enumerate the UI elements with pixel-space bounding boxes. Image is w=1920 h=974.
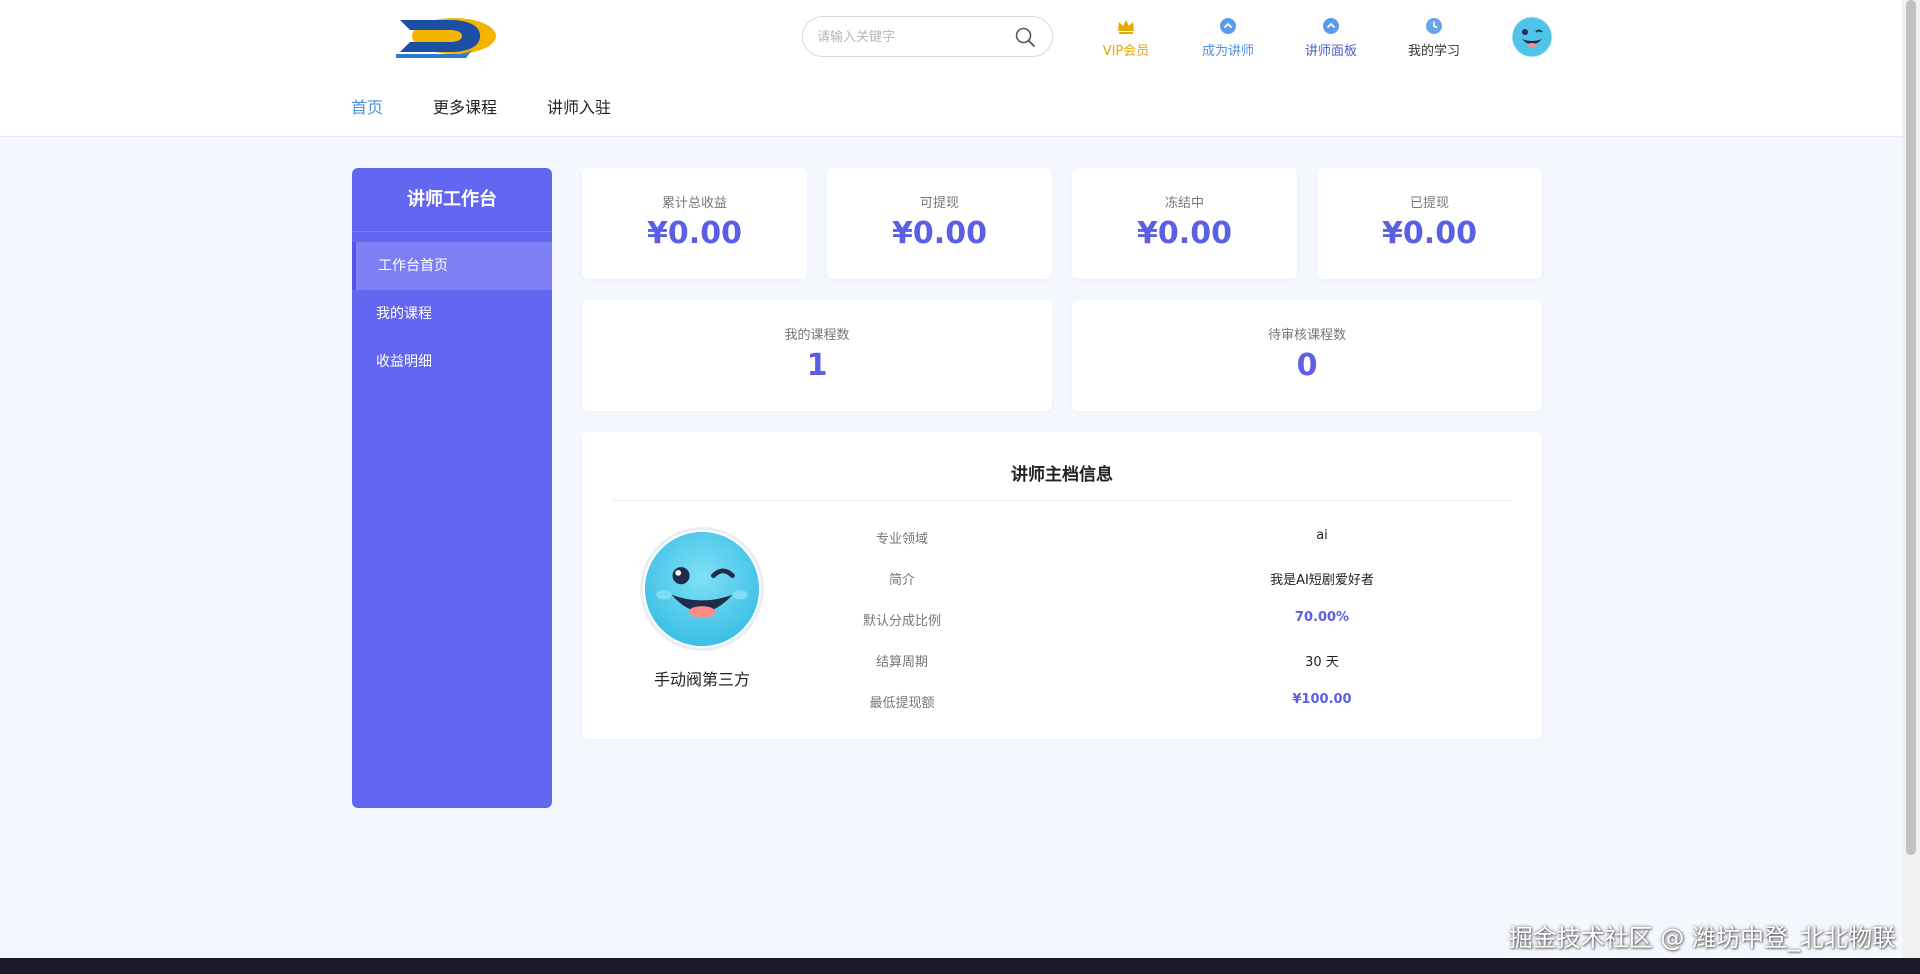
stat-value: ¥0.00 <box>1382 216 1477 251</box>
stat-card-frozen: 冻结中 ¥0.00 <box>1072 168 1297 279</box>
info-key: 专业领域 <box>875 532 928 547</box>
teacher-sidebar: 讲师工作台 工作台首页 我的课程 收益明细 <box>352 168 552 808</box>
nav-my-learning[interactable]: 我的学习 <box>1389 16 1479 59</box>
stat-label: 我的课程数 <box>784 328 850 343</box>
info-row-intro: 简介 我是AI短剧爱好者 <box>832 569 1482 589</box>
watermark-text: 掘金技术社区 @ 潍坊中登_北北物联 <box>1508 924 1896 952</box>
top-header: VIP会员 成为讲师 讲师面板 我的学习 首页 更多课程 讲师入驻 <box>0 0 1902 137</box>
nav-my-learning-label: 我的学习 <box>1407 44 1460 59</box>
nav-teacher-panel[interactable]: 讲师面板 <box>1286 16 1376 59</box>
info-value: ¥100.00 <box>1292 692 1352 707</box>
info-value: 30 天 <box>1305 655 1339 670</box>
sidebar-item-dashboard[interactable]: 工作台首页 <box>352 242 552 290</box>
info-value: 70.00% <box>1294 610 1350 625</box>
up-arrow-circle-icon <box>1220 18 1236 34</box>
teacher-profile-card: 讲师主档信息 手动阀第三方 专业领域 ai 简介 我是AI短剧爱好者 默认分成比… <box>582 432 1542 739</box>
nav-become-teacher[interactable]: 成为讲师 <box>1183 16 1273 59</box>
info-key: 简介 <box>888 573 915 588</box>
menu-more-courses[interactable]: 更多课程 <box>433 94 497 118</box>
stat-value: 1 <box>806 348 828 383</box>
nav-become-teacher-label: 成为讲师 <box>1201 44 1254 59</box>
sidebar-item-earnings[interactable]: 收益明细 <box>352 338 552 386</box>
stat-value: ¥0.00 <box>892 216 987 251</box>
sidebar-item-my-courses[interactable]: 我的课程 <box>352 290 552 338</box>
sidebar-title: 讲师工作台 <box>352 168 552 232</box>
info-key: 默认分成比例 <box>862 614 941 629</box>
search-input[interactable] <box>817 27 1007 47</box>
stat-label: 待审核课程数 <box>1267 328 1346 343</box>
page-scrollbar[interactable] <box>1902 0 1920 958</box>
stat-label: 已提现 <box>1409 196 1449 211</box>
stat-card-pending-courses: 待审核课程数 0 <box>1072 300 1542 411</box>
stat-label: 可提现 <box>919 196 959 211</box>
stat-card-my-courses: 我的课程数 1 <box>582 300 1052 411</box>
clock-icon <box>1426 18 1442 34</box>
divider <box>612 500 1512 501</box>
info-value: 我是AI短剧爱好者 <box>1270 573 1374 588</box>
info-key: 结算周期 <box>875 655 928 670</box>
menu-teacher-join[interactable]: 讲师入驻 <box>547 94 611 118</box>
stat-card-total-earnings: 累计总收益 ¥0.00 <box>582 168 807 279</box>
search-box <box>802 16 1053 57</box>
info-row-settlement-cycle: 结算周期 30 天 <box>832 651 1482 671</box>
search-icon[interactable] <box>1014 26 1036 48</box>
profile-avatar <box>640 527 764 651</box>
site-logo[interactable] <box>396 14 498 60</box>
scrollbar-thumb[interactable] <box>1906 0 1916 855</box>
menu-home[interactable]: 首页 <box>351 94 383 118</box>
stat-card-withdrawable: 可提现 ¥0.00 <box>827 168 1052 279</box>
stat-value: ¥0.00 <box>647 216 742 251</box>
stat-value: 0 <box>1296 348 1318 383</box>
profile-title: 讲师主档信息 <box>1011 465 1113 485</box>
nav-teacher-panel-label: 讲师面板 <box>1304 44 1357 59</box>
info-key: 最低提现额 <box>869 696 935 711</box>
nav-vip[interactable]: VIP会员 <box>1081 16 1171 59</box>
up-arrow-circle-icon <box>1323 18 1339 34</box>
crown-icon <box>1118 20 1134 34</box>
user-avatar[interactable] <box>1511 16 1553 58</box>
nav-vip-label: VIP会员 <box>1102 44 1150 59</box>
info-row-share-ratio: 默认分成比例 70.00% <box>832 610 1482 630</box>
stat-label: 累计总收益 <box>661 196 727 211</box>
bottom-bar <box>0 958 1920 974</box>
info-row-field: 专业领域 ai <box>832 528 1482 548</box>
stat-card-withdrawn: 已提现 ¥0.00 <box>1317 168 1542 279</box>
stat-label: 冻结中 <box>1164 196 1204 211</box>
stat-value: ¥0.00 <box>1137 216 1232 251</box>
info-row-min-withdraw: 最低提现额 ¥100.00 <box>832 692 1482 712</box>
profile-name: 手动阀第三方 <box>653 670 750 689</box>
info-value: ai <box>1316 528 1328 543</box>
